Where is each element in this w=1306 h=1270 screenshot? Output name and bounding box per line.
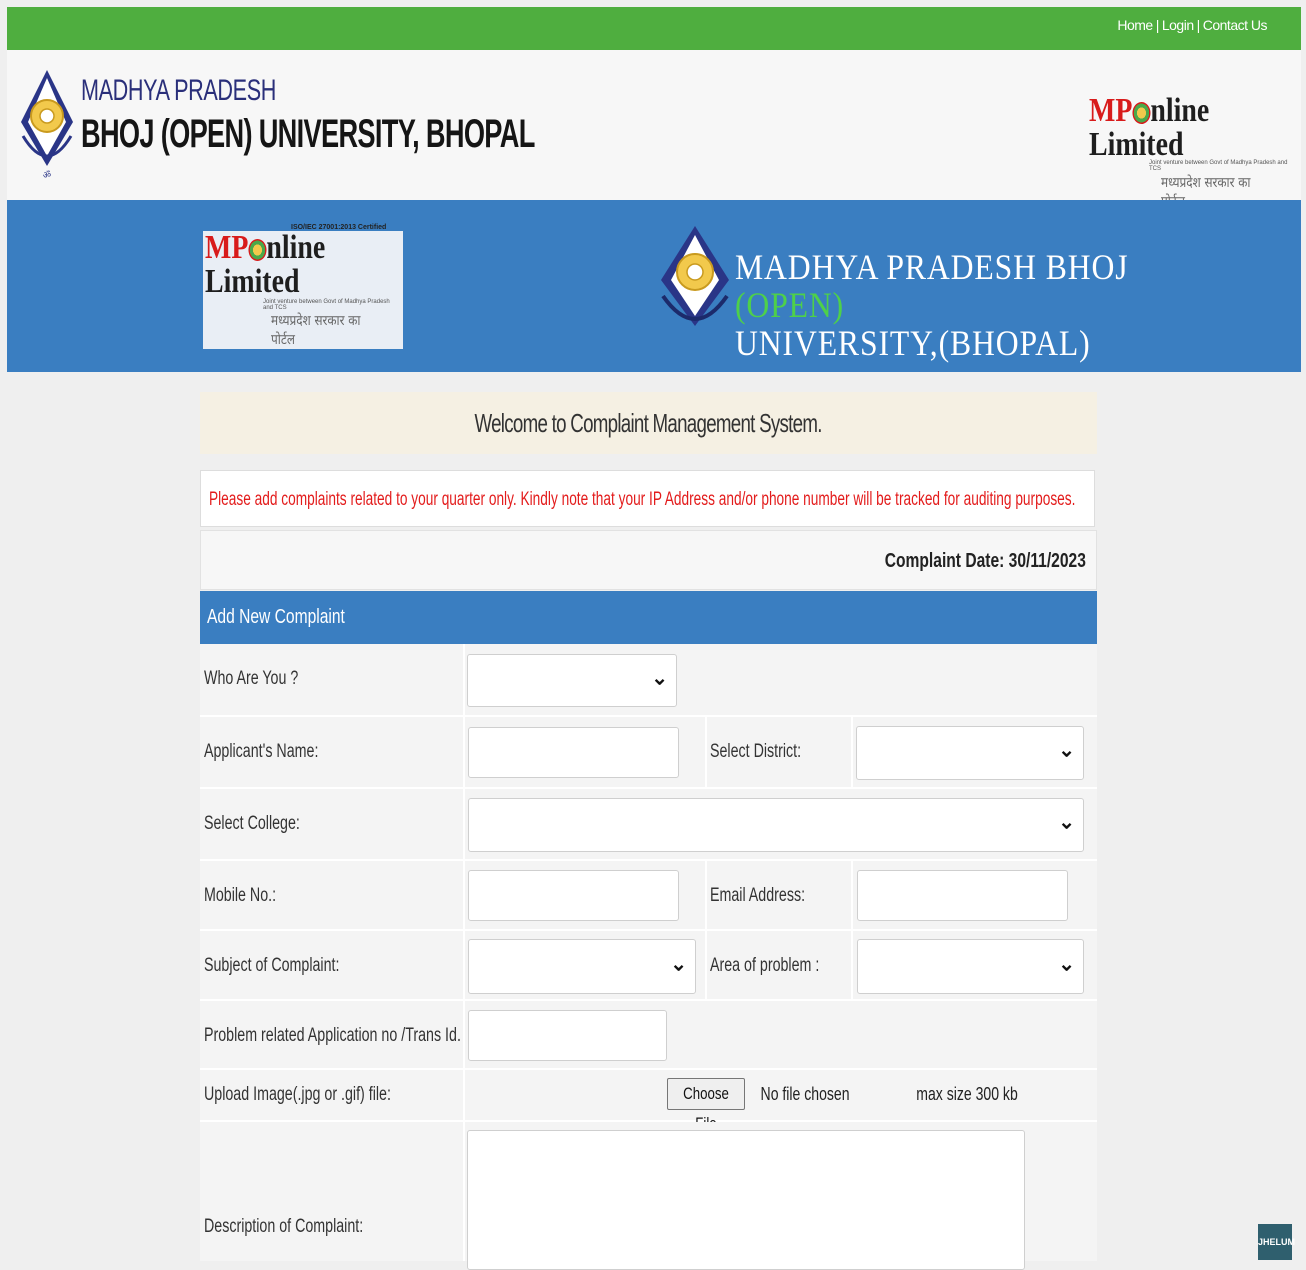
applicant-name-label: Applicant's Name:: [204, 741, 357, 763]
university-emblem-icon: ॐ: [21, 70, 73, 181]
university-name-line2: BHOJ (OPEN) UNIVERSITY, BHOPAL: [81, 112, 535, 156]
banner-mponline-logo: ISO/IEC 27001:2013 Certified MP nline Lim…: [203, 224, 403, 349]
applicant-name-input[interactable]: [468, 727, 679, 778]
column-divider: [851, 931, 853, 999]
section-header: Add New Complaint: [200, 591, 1097, 644]
banner-mponline-o-icon: [248, 239, 267, 262]
form-row-college: Select College:: [200, 789, 1097, 861]
link-separator: |: [1196, 17, 1201, 33]
form-row-description: Description of Complaint:: [200, 1122, 1097, 1270]
area-of-problem-dropdown[interactable]: [857, 939, 1084, 994]
banner-mponline-mp: MP: [205, 229, 249, 266]
choose-file-button[interactable]: Choose File: [667, 1078, 745, 1133]
university-name-line1: MADHYA PRADESH: [81, 74, 277, 107]
mobile-no-label-text: Mobile No.:: [204, 885, 277, 906]
file-status: No file chosen: [748, 1078, 862, 1110]
area-of-problem-label: Area of problem :: [710, 955, 856, 977]
banner-title-open: (OPEN): [735, 285, 845, 325]
link-separator: |: [1155, 17, 1160, 33]
select-district-label-text: Select District:: [710, 741, 802, 762]
banner-university-emblem-icon: [661, 226, 729, 326]
select-district-dropdown[interactable]: [856, 726, 1084, 780]
select-college-label: Select College:: [204, 813, 332, 835]
upload-image-label: Upload Image(.jpg or .gif) file:: [204, 1084, 453, 1106]
application-no-input[interactable]: [468, 1010, 667, 1061]
banner-mponline-tagline: Joint venture between Govt of Madhya Pra…: [263, 299, 390, 311]
application-no-label-text: Problem related Application no /Trans Id…: [204, 1025, 461, 1046]
university-name: MADHYA PRADESH BHOJ (OPEN) UNIVERSITY, B…: [81, 74, 748, 157]
column-divider: [705, 717, 707, 787]
column-divider: [463, 1070, 465, 1120]
top-bar: Home | Login | Contact Us: [7, 7, 1301, 50]
upload-image-label-text: Upload Image(.jpg or .gif) file:: [204, 1084, 391, 1105]
subject-label: Subject of Complaint:: [204, 955, 385, 977]
column-divider: [463, 861, 465, 929]
welcome-heading: Welcome to Complaint Management System.: [200, 392, 1097, 454]
column-divider: [463, 717, 465, 787]
form-row-upload: Upload Image(.jpg or .gif) file: Choose …: [200, 1070, 1097, 1133]
description-textarea[interactable]: [467, 1130, 1025, 1270]
email-address-label-text: Email Address:: [710, 885, 806, 906]
max-size-text: max size 300 kb: [916, 1084, 1018, 1104]
banner-mponline-hindi: मध्यप्रदेश सरकार का पोर्टल: [271, 313, 361, 348]
site-header: ॐ MADHYA PRADESH BHOJ (OPEN) UNIVERSITY,…: [7, 50, 1301, 210]
form-row-application-no: Problem related Application no /Trans Id…: [200, 1001, 1097, 1070]
complaint-date-bar: Complaint Date: 30/11/2023: [200, 530, 1097, 590]
hero-banner: ISO/IEC 27001:2013 Certified MP nline Lim…: [7, 200, 1301, 372]
notice-box: Please add complaints related to your qu…: [200, 470, 1095, 527]
subject-label-text: Subject of Complaint:: [204, 955, 340, 976]
applicant-name-label-text: Applicant's Name:: [204, 741, 319, 762]
column-divider: [463, 644, 465, 715]
welcome-text: Welcome to Complaint Management System.: [474, 408, 823, 438]
select-college-dropdown[interactable]: [468, 798, 1084, 852]
contact-us-link[interactable]: Contact Us: [1203, 17, 1268, 33]
mobile-no-label: Mobile No.:: [204, 885, 300, 907]
who-are-you-label: Who Are You ?: [204, 668, 330, 690]
banner-title: MADHYA PRADESH BHOJ (OPEN) UNIVERSITY,(B…: [735, 248, 1233, 362]
max-size-note: max size 300 kb: [902, 1078, 1032, 1110]
mponline-logo-mp: MP: [1089, 92, 1133, 129]
mobile-no-input[interactable]: [468, 870, 679, 921]
column-divider: [705, 861, 707, 929]
column-divider: [705, 931, 707, 999]
mponline-logo: MP nline Limited Joint venture between Go…: [1089, 94, 1289, 211]
email-address-input[interactable]: [857, 870, 1068, 921]
login-link[interactable]: Login: [1162, 17, 1194, 33]
svg-text:ॐ: ॐ: [43, 170, 51, 181]
description-label-text: Description of Complaint:: [204, 1216, 364, 1237]
column-divider: [851, 861, 853, 929]
column-divider: [463, 1001, 465, 1068]
top-links: Home | Login | Contact Us: [1117, 17, 1267, 33]
form-row-applicant: Applicant's Name: Select District:: [200, 717, 1097, 789]
home-link[interactable]: Home: [1117, 17, 1153, 33]
section-title: Add New Complaint: [207, 606, 345, 628]
column-divider: [463, 789, 465, 859]
main-content: Welcome to Complaint Management System. …: [200, 372, 1097, 1270]
column-divider: [851, 717, 853, 787]
form-row-contact: Mobile No.: Email Address:: [200, 861, 1097, 931]
column-divider: [463, 1122, 465, 1261]
select-college-label-text: Select College:: [204, 813, 300, 834]
select-district-label: Select District:: [710, 741, 831, 763]
complaint-date: Complaint Date: 30/11/2023: [884, 550, 1086, 572]
column-divider: [463, 931, 465, 999]
mponline-o-icon: [1132, 102, 1151, 125]
file-status-text: No file chosen: [760, 1084, 850, 1104]
banner-title-line2: UNIVERSITY,(BHOPAL): [735, 323, 1091, 363]
form-row-subject: Subject of Complaint: Area of problem :: [200, 931, 1097, 1001]
description-label: Description of Complaint:: [204, 1216, 416, 1238]
subject-dropdown[interactable]: [468, 939, 696, 994]
notice-text: Please add complaints related to your qu…: [209, 489, 1076, 510]
email-address-label: Email Address:: [710, 885, 837, 907]
jhelum-badge[interactable]: JHELUM: [1258, 1224, 1295, 1260]
form-row-who-are-you: Who Are You ?: [200, 644, 1097, 717]
area-of-problem-label-text: Area of problem :: [710, 955, 820, 976]
who-are-you-label-text: Who Are You ?: [204, 668, 299, 689]
banner-title-part1: MADHYA PRADESH BHOJ: [735, 247, 1129, 287]
who-are-you-select[interactable]: [467, 654, 677, 707]
